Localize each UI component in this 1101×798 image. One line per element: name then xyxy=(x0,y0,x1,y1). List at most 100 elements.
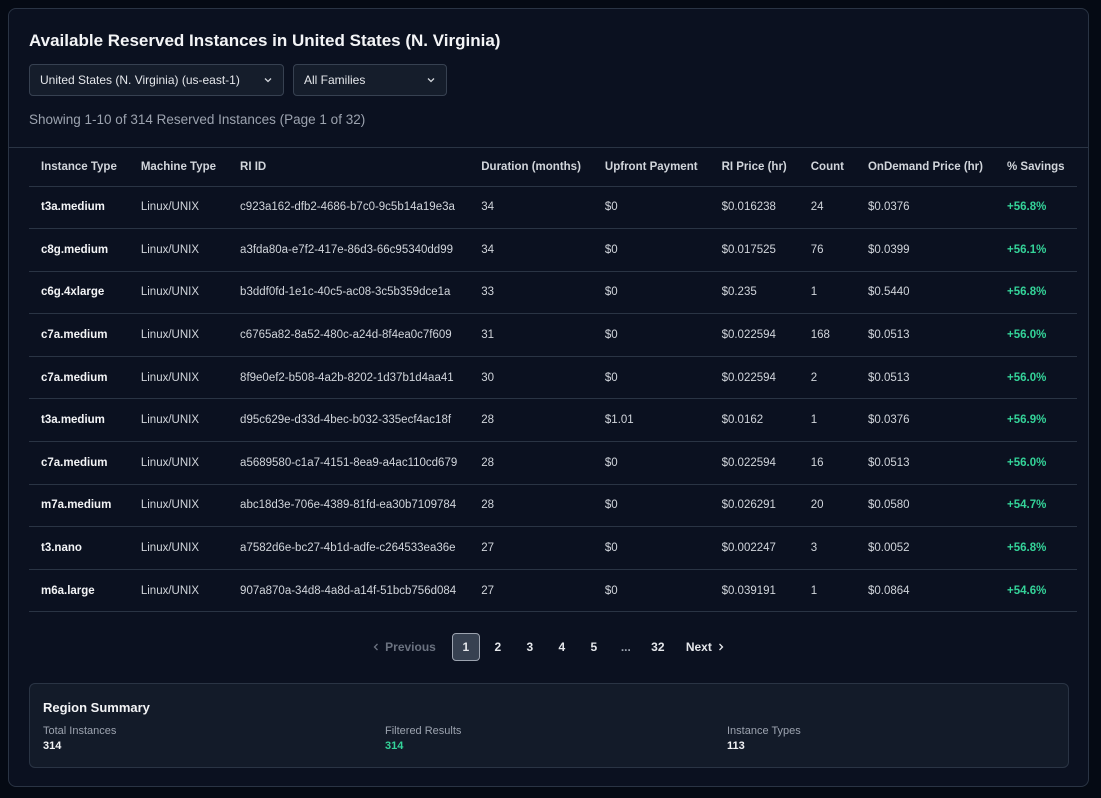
next-button[interactable]: Next xyxy=(676,633,736,661)
previous-button[interactable]: Previous xyxy=(361,633,446,661)
ondemand-price-cell: $0.0399 xyxy=(855,228,995,272)
ondemand-price-cell: $0.0513 xyxy=(855,313,995,357)
chevron-down-icon xyxy=(427,78,435,83)
duration-cell: 27 xyxy=(469,526,593,570)
upfront-cell: $0 xyxy=(592,313,710,357)
ri-id-cell: a7582d6e-bc27-4b1d-adfe-c264533ea36e xyxy=(228,526,470,570)
region-select[interactable]: United States (N. Virginia) (us-east-1) xyxy=(29,64,284,96)
table-row[interactable]: t3a.medium Linux/UNIX d95c629e-d33d-4bec-b… xyxy=(29,398,1077,443)
ri-id-cell: a5689580-c1a7-4151-8ea9-a4ac110cd679 xyxy=(228,441,470,485)
ondemand-price-cell: $0.0864 xyxy=(855,569,995,613)
upfront-cell: $0 xyxy=(592,356,710,400)
ri-id-cell: 8f9e0ef2-b508-4a2b-8202-1d37b1d4aa41 xyxy=(228,356,470,400)
machine-type-cell: Linux/UNIX xyxy=(128,398,229,443)
family-select[interactable]: All Families xyxy=(293,64,447,96)
ri-price-cell: $0.016238 xyxy=(709,186,799,230)
table-row[interactable]: c7a.medium Linux/UNIX 8f9e0ef2-b508-4a2b-8… xyxy=(29,356,1077,400)
page-button-5[interactable]: 5 xyxy=(580,633,608,661)
ri-id-cell: a3fda80a-e7f2-417e-86d3-66c95340dd99 xyxy=(228,228,470,272)
pagination: Previous 1 2 3 4 5... 32 Next xyxy=(9,633,1088,661)
ondemand-price-cell: $0.5440 xyxy=(855,271,995,315)
ondemand-price-cell: $0.0052 xyxy=(855,526,995,570)
savings-cell: +56.8% xyxy=(995,186,1077,230)
table-row[interactable]: t3a.medium Linux/UNIX c923a162-dfb2-4686-b… xyxy=(29,186,1077,230)
table-row[interactable]: m6a.large Linux/UNIX 907a870a-34d8-4a8d-a1… xyxy=(29,569,1077,613)
ri-price-cell: $0.026291 xyxy=(709,484,799,528)
count-cell: 168 xyxy=(798,313,856,357)
header-upfront-payment: Upfront Payment xyxy=(592,148,710,187)
stat-value: 314 xyxy=(385,740,404,752)
count-cell: 3 xyxy=(798,526,856,570)
region-select-value: United States (N. Virginia) (us-east-1) xyxy=(40,73,240,87)
page-button-32[interactable]: 32 xyxy=(644,633,672,661)
instance-type-cell: c6g.4xlarge xyxy=(29,271,129,315)
stat-total-instances: Total Instances 314 xyxy=(43,725,116,752)
duration-cell: 33 xyxy=(469,271,593,315)
upfront-cell: $0 xyxy=(592,271,710,315)
instance-type-cell: t3.nano xyxy=(29,526,129,570)
instance-type-cell: t3a.medium xyxy=(29,398,129,443)
ondemand-price-cell: $0.0513 xyxy=(855,441,995,485)
duration-cell: 34 xyxy=(469,186,593,230)
machine-type-cell: Linux/UNIX xyxy=(128,271,229,315)
stat-label: Instance Types xyxy=(727,725,801,737)
header-ri-price: RI Price (hr) xyxy=(709,148,799,187)
header-ri-id: RI ID xyxy=(228,148,470,187)
machine-type-cell: Linux/UNIX xyxy=(128,313,229,357)
instance-type-cell: m7a.medium xyxy=(29,484,129,528)
machine-type-cell: Linux/UNIX xyxy=(128,356,229,400)
page-button-2[interactable]: 2 xyxy=(484,633,512,661)
page-button-1[interactable]: 1 xyxy=(451,633,480,661)
count-cell: 1 xyxy=(798,569,856,613)
reserved-instances-card: Available Reserved Instances in United S… xyxy=(8,8,1089,787)
instance-type-cell: t3a.medium xyxy=(29,186,129,230)
duration-cell: 30 xyxy=(469,356,593,400)
count-cell: 2 xyxy=(798,356,856,400)
table-row[interactable]: t3.nano Linux/UNIX a7582d6e-bc27-4b1d-adfe… xyxy=(29,526,1077,570)
machine-type-cell: Linux/UNIX xyxy=(128,569,229,613)
family-select-value: All Families xyxy=(304,73,366,87)
next-label: Next xyxy=(685,640,712,654)
ri-id-cell: b3ddf0fd-1e1c-40c5-ac08-3c5b359dce1a xyxy=(228,271,470,315)
page-button-4[interactable]: 4 xyxy=(548,633,576,661)
savings-cell: +56.0% xyxy=(995,356,1077,400)
machine-type-cell: Linux/UNIX xyxy=(128,441,229,485)
instance-type-cell: m6a.large xyxy=(29,569,129,613)
region-summary: Region Summary Total Instances 314 Filte… xyxy=(29,683,1069,768)
ondemand-price-cell: $0.0580 xyxy=(855,484,995,528)
machine-type-cell: Linux/UNIX xyxy=(128,484,229,528)
ri-price-cell: $0.022594 xyxy=(709,356,799,400)
ri-id-cell: d95c629e-d33d-4bec-b032-335ecf4ac18f xyxy=(228,398,470,443)
savings-cell: +56.0% xyxy=(995,441,1077,485)
upfront-cell: $0 xyxy=(592,186,710,230)
savings-cell: +56.9% xyxy=(995,398,1077,443)
machine-type-cell: Linux/UNIX xyxy=(128,186,229,230)
savings-cell: +54.6% xyxy=(995,569,1077,613)
stat-label: Total Instances xyxy=(43,725,117,737)
upfront-cell: $1.01 xyxy=(592,398,710,443)
previous-label: Previous xyxy=(385,640,436,654)
duration-cell: 28 xyxy=(469,398,593,443)
machine-type-cell: Linux/UNIX xyxy=(128,526,229,570)
table-row[interactable]: c7a.medium Linux/UNIX c6765a82-8a52-480c-a… xyxy=(29,313,1077,357)
instance-type-cell: c7a.medium xyxy=(29,356,129,400)
machine-type-cell: Linux/UNIX xyxy=(128,228,229,272)
table-row[interactable]: m7a.medium Linux/UNIX abc18d3e-706e-4389-8… xyxy=(29,484,1077,528)
page-title: Available Reserved Instances in United S… xyxy=(29,31,501,50)
ri-price-cell: $0.235 xyxy=(709,271,799,315)
header-duration: Duration (months) xyxy=(469,148,593,187)
header-instance-type: Instance Type xyxy=(29,148,129,187)
header-ondemand-price: OnDemand Price (hr) xyxy=(855,148,995,187)
count-cell: 76 xyxy=(798,228,856,272)
savings-cell: +56.1% xyxy=(995,228,1077,272)
ri-price-cell: $0.017525 xyxy=(709,228,799,272)
count-cell: 24 xyxy=(798,186,856,230)
upfront-cell: $0 xyxy=(592,526,710,570)
table-row[interactable]: c8g.medium Linux/UNIX a3fda80a-e7f2-417e-8… xyxy=(29,228,1077,272)
header-savings: % Savings xyxy=(995,148,1077,187)
page-button-3[interactable]: 3 xyxy=(516,633,544,661)
summary-title: Region Summary xyxy=(43,700,150,715)
chevron-down-icon xyxy=(264,78,272,83)
table-row[interactable]: c7a.medium Linux/UNIX a5689580-c1a7-4151-8… xyxy=(29,441,1077,485)
table-row[interactable]: c6g.4xlarge Linux/UNIX b3ddf0fd-1e1c-40c5-… xyxy=(29,271,1077,315)
